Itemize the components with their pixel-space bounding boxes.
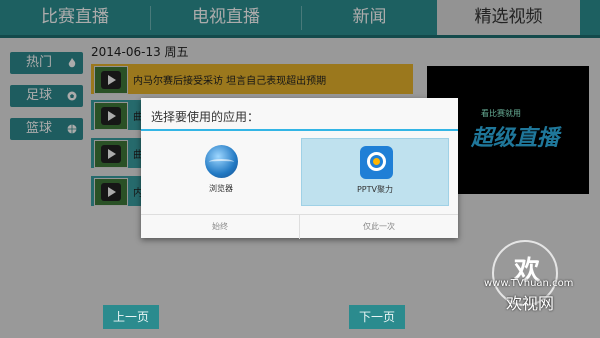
dialog-title: 选择要使用的应用： [151, 110, 260, 124]
dialog-footer: 始终 仅此一次 [141, 214, 458, 239]
globe-icon [205, 145, 238, 178]
watermark-url: www.TVhuan.com [484, 278, 574, 289]
app-chooser-dialog: 选择要使用的应用： 浏览器 PPTV聚力 始终 仅此一次 [141, 98, 458, 239]
watermark-name: 欢视网 [506, 294, 555, 313]
next-page-button[interactable]: 下一页 [349, 305, 405, 329]
prev-page-button[interactable]: 上一页 [103, 305, 159, 329]
app-option-browser[interactable]: 浏览器 [147, 138, 295, 206]
pptv-icon [360, 146, 393, 179]
watermark: 欢 www.TVhuan.com 欢视网 [482, 240, 592, 335]
app-option-pptv[interactable]: PPTV聚力 [301, 138, 449, 206]
app-option-label: 浏览器 [209, 184, 233, 193]
just-once-button[interactable]: 仅此一次 [300, 215, 458, 239]
app-option-label: PPTV聚力 [356, 185, 393, 194]
dialog-title-divider [141, 129, 458, 131]
always-button[interactable]: 始终 [141, 215, 299, 239]
